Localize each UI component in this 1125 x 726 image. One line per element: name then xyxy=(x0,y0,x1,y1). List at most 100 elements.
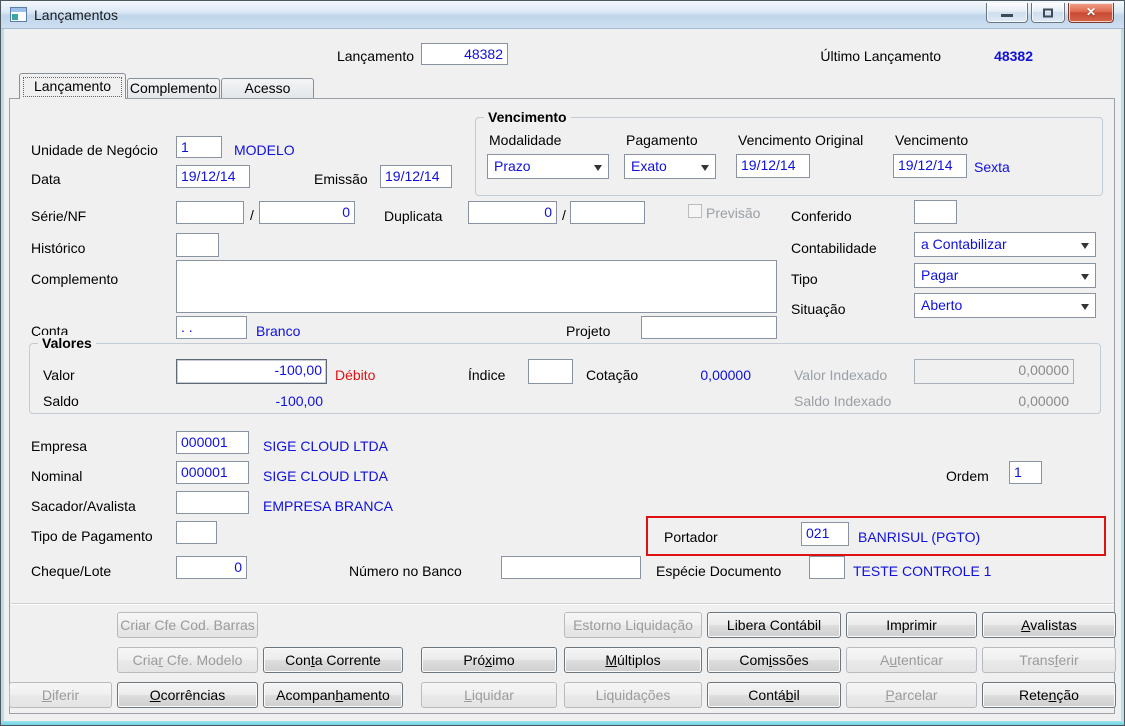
pagamento-value: Exato xyxy=(631,158,667,174)
chevron-down-icon xyxy=(1081,273,1089,280)
valor-field[interactable]: -100,00 xyxy=(176,359,327,384)
lancamentos-window: Lançamentos ✕ Lançamento 48382 Último La… xyxy=(0,0,1125,726)
pagamento-label: Pagamento xyxy=(626,132,698,148)
title-bar[interactable]: Lançamentos xyxy=(1,1,1124,29)
ordem-field[interactable]: 1 xyxy=(1009,461,1042,484)
unidade-negocio-field[interactable]: 1 xyxy=(176,136,222,158)
conta-desc: Branco xyxy=(256,323,301,339)
liquidar-button: Liquidar xyxy=(421,682,557,708)
tipo-label: Tipo xyxy=(791,271,818,287)
conta-field[interactable]: . . xyxy=(176,316,247,339)
tipo-value: Pagar xyxy=(921,267,959,283)
projeto-field[interactable] xyxy=(641,316,777,339)
pagamento-select[interactable]: Exato xyxy=(624,154,716,179)
tipo-pagamento-label: Tipo de Pagamento xyxy=(31,528,153,544)
close-icon: ✕ xyxy=(1085,5,1097,19)
vencimento-weekday: Sexta xyxy=(974,159,1010,175)
minimize-icon xyxy=(1001,14,1013,17)
comissoes-button[interactable]: Comissões xyxy=(707,647,841,673)
chevron-down-icon xyxy=(701,164,709,171)
sacador-avalista-field[interactable] xyxy=(176,491,249,514)
chevron-down-icon xyxy=(594,164,602,171)
especie-documento-field[interactable] xyxy=(809,556,845,579)
multiplos-button[interactable]: Múltiplos xyxy=(564,647,702,673)
retencao-button[interactable]: Retenção xyxy=(982,682,1116,708)
maximize-button[interactable] xyxy=(1031,3,1065,23)
tipo-select[interactable]: Pagar xyxy=(914,263,1096,288)
chevron-down-icon xyxy=(1081,242,1089,249)
cheque-lote-field[interactable]: 0 xyxy=(176,556,247,579)
nominal-desc: SIGE CLOUD LTDA xyxy=(263,468,388,484)
saldo-value: -100,00 xyxy=(275,393,323,409)
libera-contabil-button[interactable]: Libera Contábil xyxy=(707,612,841,638)
parcelar-button: Parcelar xyxy=(846,682,977,708)
vencimento-label: Vencimento xyxy=(895,132,969,148)
complemento-textarea[interactable] xyxy=(176,260,777,313)
contabilidade-select[interactable]: a Contabilizar xyxy=(914,232,1096,257)
acompanhamento-button[interactable]: Acompanhamento xyxy=(263,682,403,708)
duplicata-field-2[interactable] xyxy=(570,201,645,224)
vencimento-field[interactable]: 19/12/14 xyxy=(893,154,967,178)
window-title: Lançamentos xyxy=(34,7,119,23)
lancamento-number-field[interactable]: 48382 xyxy=(421,43,508,65)
modalidade-label: Modalidade xyxy=(489,132,562,148)
window-edge-bottom xyxy=(1,721,1124,725)
data-field[interactable]: 19/12/14 xyxy=(176,165,250,188)
valores-group-title: Valores xyxy=(38,335,96,351)
empresa-desc: SIGE CLOUD LTDA xyxy=(263,438,388,454)
saldo-indexado-label: Saldo Indexado xyxy=(794,393,892,409)
situacao-select[interactable]: Aberto xyxy=(914,293,1096,318)
duplicata-field-1[interactable]: 0 xyxy=(468,201,557,224)
previsao-checkbox[interactable] xyxy=(688,204,702,218)
tab-complemento[interactable]: Complemento xyxy=(127,78,220,98)
numero-banco-field[interactable] xyxy=(501,556,641,579)
tab-acesso[interactable]: Acesso xyxy=(221,78,314,98)
sacador-avalista-label: Sacador/Avalista xyxy=(31,498,136,514)
modalidade-select[interactable]: Prazo xyxy=(487,154,609,179)
ultimo-lancamento-value: 48382 xyxy=(994,48,1033,64)
button-area-separator xyxy=(11,603,1113,605)
estorno-liquidacao-button: Estorno Liquidação xyxy=(564,612,702,638)
previsao-label: Previsão xyxy=(706,205,761,221)
historico-field[interactable] xyxy=(176,233,219,257)
nominal-field[interactable]: 000001 xyxy=(176,461,249,484)
ordem-label: Ordem xyxy=(946,468,989,484)
modalidade-value: Prazo xyxy=(494,158,531,174)
contabil-button[interactable]: Contábil xyxy=(707,682,841,708)
serie-nf-field-2[interactable]: 0 xyxy=(259,201,355,224)
valor-label: Valor xyxy=(43,367,75,383)
portador-desc: BANRISUL (PGTO) xyxy=(858,529,981,545)
valor-debito-tag: Débito xyxy=(335,367,376,383)
close-button[interactable]: ✕ xyxy=(1068,3,1114,23)
empresa-label: Empresa xyxy=(31,438,88,454)
tipo-pagamento-field[interactable] xyxy=(176,521,217,544)
empresa-field[interactable]: 000001 xyxy=(176,431,249,454)
valor-indexado-field: 0,00000 xyxy=(914,359,1074,384)
ultimo-lancamento-label: Último Lançamento xyxy=(820,48,941,64)
proximo-button[interactable]: Próximo xyxy=(421,647,557,673)
tab-lancamento[interactable]: Lançamento xyxy=(19,73,126,99)
unidade-negocio-label: Unidade de Negócio xyxy=(31,142,158,158)
ocorrencias-button[interactable]: Ocorrências xyxy=(117,682,258,708)
imprimir-button[interactable]: Imprimir xyxy=(846,612,977,638)
portador-field[interactable]: 021 xyxy=(801,522,849,546)
avalistas-button[interactable]: Avalistas xyxy=(982,612,1116,638)
cotacao-label: Cotação xyxy=(586,367,639,383)
window-edge-right xyxy=(1121,29,1124,721)
contabilidade-label: Contabilidade xyxy=(791,240,877,256)
conta-corrente-button[interactable]: Conta Corrente xyxy=(263,647,403,673)
historico-label: Histórico xyxy=(31,240,86,256)
vencimento-original-field[interactable]: 19/12/14 xyxy=(736,154,810,178)
emissao-field[interactable]: 19/12/14 xyxy=(380,165,452,188)
lancamento-number-label: Lançamento xyxy=(336,48,414,64)
sacador-avalista-desc: EMPRESA BRANCA xyxy=(263,498,393,514)
conferido-label: Conferido xyxy=(791,208,852,224)
data-label: Data xyxy=(31,171,61,187)
contabilidade-value: a Contabilizar xyxy=(921,236,1007,252)
numero-banco-label: Número no Banco xyxy=(349,563,462,579)
indice-field[interactable] xyxy=(528,359,573,384)
conferido-field[interactable] xyxy=(914,200,957,224)
minimize-button[interactable] xyxy=(986,3,1028,23)
serie-nf-field-1[interactable] xyxy=(176,201,244,224)
liquidacoes-button: Liquidações xyxy=(564,682,702,708)
